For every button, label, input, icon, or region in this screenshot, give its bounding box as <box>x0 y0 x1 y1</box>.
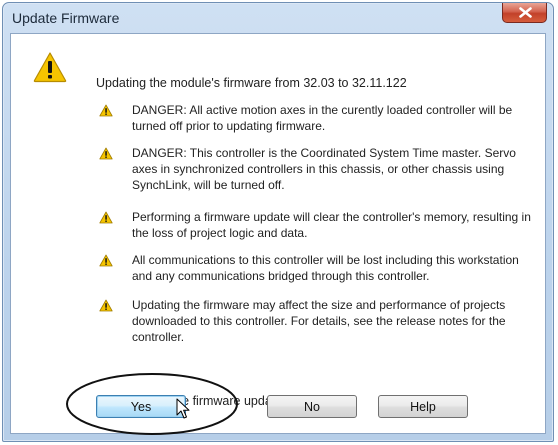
warning-icon <box>99 147 113 160</box>
highlight-ellipse <box>66 373 238 435</box>
close-icon <box>519 7 532 18</box>
warning-text: DANGER: All active motion axes in the cu… <box>132 103 513 133</box>
title-bar[interactable]: Update Firmware <box>3 3 553 33</box>
mouse-cursor-icon <box>176 398 190 419</box>
intro-text: Updating the module's firmware from 32.0… <box>96 76 407 90</box>
warning-icon <box>99 211 113 224</box>
no-button[interactable]: No <box>267 395 357 418</box>
warning-icon <box>99 104 113 117</box>
warning-text: Performing a firmware update will clear … <box>132 210 531 240</box>
dialog-title: Update Firmware <box>12 10 120 26</box>
help-button[interactable]: Help <box>378 395 468 418</box>
warning-icon <box>99 254 113 267</box>
warning-text: Updating the firmware may affect the siz… <box>132 298 506 344</box>
warning-text: All communications to this controller wi… <box>132 253 519 283</box>
close-button[interactable] <box>502 3 547 23</box>
warning-text: DANGER: This controller is the Coordinat… <box>132 146 516 192</box>
warning-icon <box>99 299 113 312</box>
warning-icon <box>33 52 67 83</box>
